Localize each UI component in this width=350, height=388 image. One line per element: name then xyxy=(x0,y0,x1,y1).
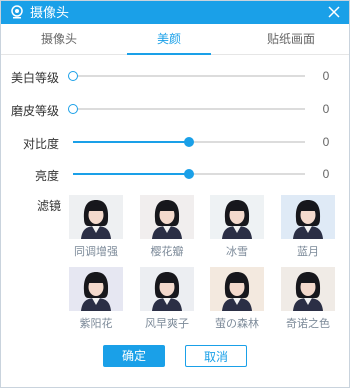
tab-beauty-label: 美颜 xyxy=(156,32,181,46)
close-icon[interactable] xyxy=(327,5,341,19)
filter-thumbnail xyxy=(281,267,335,311)
portrait-thumbnail-image xyxy=(69,195,123,239)
slider-contrast: 对比度 0 xyxy=(1,132,349,152)
tab-beauty[interactable]: 美颜 xyxy=(127,24,211,55)
filter-name: 冰雪 xyxy=(226,246,248,258)
slider-contrast-handle[interactable] xyxy=(184,137,194,147)
filter-section-label: 滤镜 xyxy=(37,199,62,213)
filter-name: 同调增强 xyxy=(74,246,118,258)
portrait-thumbnail-image xyxy=(140,195,194,239)
filter-name: 蓝月 xyxy=(297,246,319,258)
filter-thumbnail xyxy=(140,267,194,311)
webcam-icon xyxy=(11,5,23,19)
slider-whitening: 美白等级 0 xyxy=(1,66,349,86)
slider-contrast-value: 0 xyxy=(322,135,330,149)
slider-whitening-value: 0 xyxy=(322,69,330,83)
filter-name: 樱花瓣 xyxy=(150,246,184,258)
filter-name: 萤の森林 xyxy=(215,318,259,330)
slider-brightness-label: 亮度 xyxy=(34,169,59,183)
portrait-thumbnail-image xyxy=(69,267,123,311)
portrait-thumbnail-image xyxy=(210,195,264,239)
filter-item[interactable]: 萤の森林 xyxy=(210,267,264,331)
filter-thumbnail xyxy=(210,195,264,239)
filter-item[interactable]: 蓝月 xyxy=(281,195,335,259)
portrait-thumbnail-image xyxy=(281,195,335,239)
portrait-thumbnail-image xyxy=(281,267,335,311)
slider-smoothing: 磨皮等级 0 xyxy=(1,99,349,119)
filter-name: 紫阳花 xyxy=(79,318,113,330)
cancel-button[interactable]: 取消 xyxy=(185,345,247,367)
tab-camera-label: 摄像头 xyxy=(40,32,77,46)
slider-smoothing-label: 磨皮等级 xyxy=(10,104,59,118)
filter-thumbnail xyxy=(210,267,264,311)
slider-brightness: 亮度 0 xyxy=(1,164,349,184)
filter-thumbnail xyxy=(140,195,194,239)
filter-thumbnail xyxy=(69,195,123,239)
slider-whitening-label: 美白等级 xyxy=(10,71,59,85)
filter-thumbnail xyxy=(281,195,335,239)
filter-name: 风早爽子 xyxy=(145,318,189,330)
active-tab-indicator xyxy=(127,53,211,55)
filter-item[interactable]: 风早爽子 xyxy=(140,267,194,331)
tab-sticker-label: 贴纸画面 xyxy=(266,32,315,46)
slider-smoothing-track[interactable] xyxy=(73,108,305,110)
filter-item[interactable]: 樱花瓣 xyxy=(140,195,194,259)
filter-item[interactable]: 冰雪 xyxy=(210,195,264,259)
slider-smoothing-handle[interactable] xyxy=(68,104,78,114)
slider-brightness-fill xyxy=(73,173,189,175)
tab-camera[interactable]: 摄像头 xyxy=(31,24,87,54)
portrait-thumbnail-image xyxy=(140,267,194,311)
filter-item[interactable]: 同调增强 xyxy=(69,195,123,259)
tab-bar: 摄像头 美颜 贴纸画面 xyxy=(1,24,349,55)
confirm-button[interactable]: 确定 xyxy=(103,345,165,367)
slider-brightness-value: 0 xyxy=(322,167,330,181)
filter-item[interactable]: 奇诺之色 xyxy=(281,267,335,331)
slider-whitening-handle[interactable] xyxy=(68,71,78,81)
slider-contrast-label: 对比度 xyxy=(22,137,59,151)
filter-name: 奇诺之色 xyxy=(286,318,330,330)
window-title: 摄像头 xyxy=(30,5,70,20)
slider-brightness-handle[interactable] xyxy=(184,169,194,179)
tab-sticker[interactable]: 贴纸画面 xyxy=(259,24,323,54)
title-bar: 摄像头 xyxy=(1,1,349,24)
filter-thumbnail xyxy=(69,267,123,311)
slider-smoothing-value: 0 xyxy=(322,102,330,116)
slider-whitening-track[interactable] xyxy=(73,75,305,77)
filter-item[interactable]: 紫阳花 xyxy=(69,267,123,331)
beauty-settings-window: 摄像头 摄像头 美颜 贴纸画面 美白等级 0 磨皮等级 0 对比度 0 亮度 0… xyxy=(0,0,350,388)
slider-contrast-fill xyxy=(73,141,189,143)
portrait-thumbnail-image xyxy=(210,267,264,311)
